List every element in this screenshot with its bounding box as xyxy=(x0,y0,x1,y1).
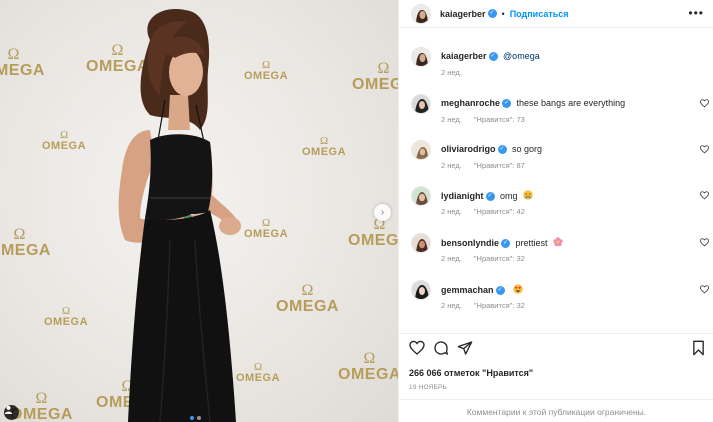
crying-face-emoji-icon xyxy=(523,190,533,200)
avatar[interactable] xyxy=(411,186,431,206)
like-comment-heart-icon[interactable] xyxy=(700,99,709,108)
comment-time[interactable]: 2 нед. xyxy=(441,207,462,216)
comment-likes[interactable]: "Нравится": 87 xyxy=(474,161,525,170)
post-header: kaiagerber ✓ • Подписаться ••• xyxy=(399,0,713,28)
verified-badge-icon: ✓ xyxy=(488,52,498,62)
separator-dot: • xyxy=(501,8,505,19)
next-photo-button[interactable]: › xyxy=(374,204,391,221)
avatar[interactable] xyxy=(411,94,431,114)
comment-username[interactable]: meghanroche xyxy=(441,98,500,108)
avatar[interactable] xyxy=(411,233,431,253)
avatar[interactable] xyxy=(411,3,431,24)
comment-time[interactable]: 2 нед. xyxy=(441,115,462,124)
model-figure xyxy=(118,9,241,422)
user-icon xyxy=(4,405,13,414)
comment-time[interactable]: 2 нед. xyxy=(441,68,462,77)
follow-button[interactable]: Подписаться xyxy=(510,9,569,19)
share-paper-plane-icon[interactable] xyxy=(457,340,473,356)
comment-meta: 2 нед. "Нравится": 42 xyxy=(441,207,525,216)
save-bookmark-icon[interactable] xyxy=(691,340,706,356)
comment-meta: 2 нед. "Нравится": 32 xyxy=(441,301,525,310)
avatar[interactable] xyxy=(411,140,431,160)
verified-badge-icon: ✓ xyxy=(501,239,511,249)
carousel-dot xyxy=(190,416,194,420)
post-actions: 266 066 отметок "Нравится" 19 НОЯБРЬ Ком… xyxy=(399,333,713,422)
avatar[interactable] xyxy=(411,47,431,67)
comment-text: so gorg xyxy=(512,144,543,154)
comment-time[interactable]: 2 нед. xyxy=(441,301,462,310)
verified-badge-icon: ✓ xyxy=(495,286,505,296)
flower-emoji-icon xyxy=(553,237,563,247)
like-comment-heart-icon[interactable] xyxy=(700,238,709,247)
post-date[interactable]: 19 НОЯБРЬ xyxy=(409,384,447,391)
comment-likes[interactable]: "Нравится": 32 xyxy=(474,254,525,263)
comment-text: prettiest xyxy=(515,238,548,248)
chevron-right-icon: › xyxy=(380,206,385,218)
like-heart-icon[interactable] xyxy=(409,340,425,356)
carousel-indicator xyxy=(190,416,201,420)
verified-badge-icon: ✓ xyxy=(497,145,507,155)
comment-meta: 2 нед. "Нравится": 73 xyxy=(441,115,525,124)
post-side-panel: kaiagerber ✓ • Подписаться ••• kaiagerbe… xyxy=(398,0,713,422)
post-photo[interactable]: ΩOMEGA ΩOMEGA ΩOMEGA ΩOMEGA ΩOMEGA ΩOMEG… xyxy=(0,0,398,422)
tagged-users-button[interactable] xyxy=(4,405,19,420)
likes-count[interactable]: 266 066 отметок "Нравится" xyxy=(409,368,533,378)
like-comment-heart-icon[interactable] xyxy=(700,191,709,200)
comment-text: omg xyxy=(500,191,518,201)
comments-restricted-notice: Комментарии к этой публикации ограничены… xyxy=(399,399,713,422)
author-username[interactable]: kaiagerber xyxy=(440,9,486,19)
comment-username[interactable]: gemmachan xyxy=(441,285,494,295)
comment-username[interactable]: kaiagerber xyxy=(441,51,487,61)
comments-list[interactable]: kaiagerber ✓ @omega 2 нед. meghanroche ✓ t… xyxy=(399,28,713,333)
comment-meta: 2 нед. xyxy=(441,68,462,77)
verified-badge-icon: ✓ xyxy=(502,99,512,109)
heart-eyes-emoji-icon xyxy=(513,284,523,294)
comment-username[interactable]: lydianight xyxy=(441,191,484,201)
comment-bubble-icon[interactable] xyxy=(433,340,449,356)
more-options-icon[interactable]: ••• xyxy=(688,7,704,19)
caption-text[interactable]: @omega xyxy=(503,51,540,61)
comment-username[interactable]: oliviarodrigo xyxy=(441,144,496,154)
comment-meta: 2 нед. "Нравится": 32 xyxy=(441,254,525,263)
carousel-dot xyxy=(197,416,201,420)
comment-likes[interactable]: "Нравится": 42 xyxy=(474,207,525,216)
comment-text: these bangs are everything xyxy=(516,98,626,108)
like-comment-heart-icon[interactable] xyxy=(700,285,709,294)
verified-badge-icon: ✓ xyxy=(487,9,497,18)
comment-likes[interactable]: "Нравится": 73 xyxy=(474,115,525,124)
verified-badge-icon: ✓ xyxy=(485,192,495,202)
comment-time[interactable]: 2 нед. xyxy=(441,254,462,263)
comment-username[interactable]: bensonlyndie xyxy=(441,238,499,248)
avatar[interactable] xyxy=(411,280,431,300)
comment-time[interactable]: 2 нед. xyxy=(441,161,462,170)
like-comment-heart-icon[interactable] xyxy=(700,145,709,154)
comment-meta: 2 нед. "Нравится": 87 xyxy=(441,161,525,170)
comment-likes[interactable]: "Нравится": 32 xyxy=(474,301,525,310)
